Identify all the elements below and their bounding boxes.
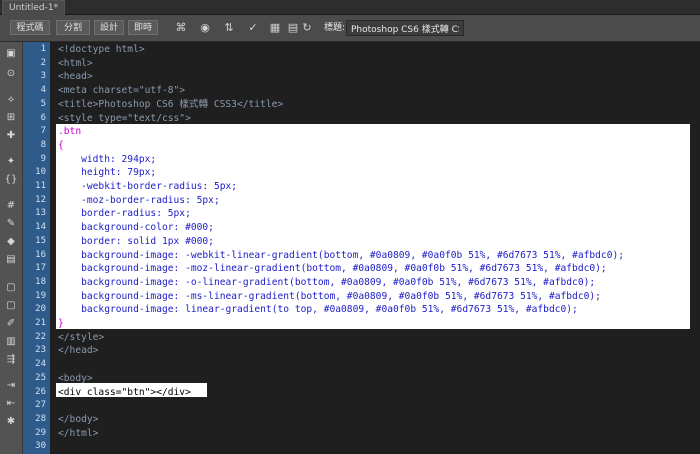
code-line: <style type="text/css"> [58,112,191,124]
line-number: 16 [35,249,46,260]
line-number: 11 [35,181,46,191]
collapse-tag-icon[interactable]: ⟡ [4,94,18,106]
code-line: background-image: linear-gradient(to top… [58,304,578,316]
line-number: 24 [35,359,46,370]
code-line: -webkit-border-radius: 5px; [58,181,238,192]
line-number-gutter: 1 2 3 4 5 6 7 8 9 10 11 12 13 14 15 16 17 18 19 20 21 22 23 24 2… [23,42,50,454]
line-number: 19 [35,290,46,301]
line-number: 2 [40,57,46,68]
line-number: 25 [35,372,46,383]
line-number: 30 [35,441,46,452]
browser-check-icon[interactable]: ✓ [246,21,260,35]
line-number: 14 [35,222,46,233]
code-line: background-image: -moz-linear-gradient(b… [58,263,607,275]
live-view-button[interactable]: 即時 [128,20,158,35]
document-tab-bar: Untitled-1* [0,0,700,15]
code-line: background-image: -o-linear-gradient(bot… [58,276,596,288]
expand-all-icon[interactable]: ✚ [4,130,18,142]
document-toolbar: 程式碼 分割 設計 即時 ⌘ ◉ ⇅ ✓ ▦ ▤ ↻ 標題: [0,15,700,42]
line-number: 7 [40,126,46,137]
refresh-icon[interactable]: ↻ [300,21,314,35]
line-number: 13 [35,208,46,219]
code-line: <head> [58,71,93,83]
code-line: </body> [58,413,99,425]
file-manage-icon[interactable]: ⇅ [222,21,236,35]
code-line: height: 79px; [58,167,157,179]
split-view-button[interactable]: 分割 [56,20,90,35]
code-line: .btn [58,126,82,138]
line-number: 26 [35,386,46,397]
line-number: 23 [35,345,46,356]
balance-braces-icon[interactable]: {} [4,174,18,186]
code-line: <!doctype html> [58,44,145,55]
title-label: 標題: [324,23,346,33]
line-number: 18 [35,276,46,287]
apply-comment-icon[interactable]: ▢ [4,282,18,294]
code-line: </head> [58,345,99,357]
line-number: 12 [35,194,46,205]
line-number: 20 [35,304,46,315]
code-view-button[interactable]: 程式碼 [10,20,50,35]
title-input[interactable] [346,20,464,36]
line-numbers-icon[interactable]: # [4,200,18,212]
visual-aids-icon[interactable]: ▦ [268,21,282,35]
document-tab[interactable]: Untitled-1* [2,0,66,15]
line-number: 17 [35,263,46,274]
multiscreen-icon[interactable]: ⌘ [174,21,188,35]
line-number: 29 [35,427,46,438]
move-css-icon[interactable]: ⇶ [4,354,18,366]
code-line: <div class="btn"></div> [58,386,191,398]
recent-snippets-icon[interactable]: ▥ [4,336,18,348]
code-editor[interactable]: <!doctype html> <html> <head> <meta charset… [50,42,700,454]
format-source-icon[interactable]: ✱ [4,416,18,428]
highlight-invalid-icon[interactable]: ✎ [4,218,18,230]
auto-indent-icon[interactable]: ▤ [4,254,18,266]
preview-icon[interactable]: ◉ [198,21,212,35]
remove-comment-icon[interactable]: ▢ [4,300,18,312]
code-line: border-radius: 5px; [58,208,191,220]
line-number: 27 [35,400,46,411]
coding-toolbar: ▣ ⊙ ⟡ ⊞ ✚ ✦ {} # ✎ ◆ ▤ ▢ ▢ ✐ ▥ ⇶ ⇥ ⇤ ✱ [0,42,23,454]
design-view-button[interactable]: 設計 [94,20,124,35]
syntax-coloring-icon[interactable]: ◆ [4,236,18,248]
line-number: 22 [35,331,46,342]
code-line: <body> [58,372,93,384]
line-number: 6 [40,112,46,123]
code-line: background-image: -ms-linear-gradient(bo… [58,290,601,302]
code-line: <title>Photoshop CS6 樣式轉 CSS3</title> [58,98,284,110]
line-number: 4 [40,85,46,96]
code-line: background-image: -webkit-linear-gradien… [58,249,625,261]
code-line: } [58,318,64,329]
line-number: 8 [40,139,46,150]
outdent-icon[interactable]: ⇤ [4,398,18,410]
code-line: </style> [58,331,105,343]
line-number: 5 [40,98,46,109]
line-number: 9 [40,153,46,164]
line-number: 28 [35,413,46,424]
wrap-tag-icon[interactable]: ✐ [4,318,18,330]
code-line: <meta charset="utf-8"> [58,85,186,97]
code-line: border: solid 1px #000; [58,235,214,247]
open-documents-icon[interactable]: ▣ [4,48,18,60]
line-number: 1 [40,44,46,54]
line-number: 10 [35,167,46,178]
code-line: </html> [58,427,99,439]
collapse-selection-icon[interactable]: ⊞ [4,112,18,124]
indent-icon[interactable]: ⇥ [4,380,18,392]
line-number: 15 [35,235,46,246]
check-page-icon[interactable]: ▤ [286,21,300,35]
line-number: 3 [40,71,46,82]
line-number: 21 [35,318,46,328]
select-parent-tag-icon[interactable]: ✦ [4,156,18,168]
show-code-navigator-icon[interactable]: ⊙ [4,68,18,80]
code-line: width: 294px; [58,153,157,165]
code-line: { [58,139,64,151]
code-line: background-color: #000; [58,222,214,234]
code-line: <html> [58,57,93,69]
code-line: -moz-border-radius: 5px; [58,194,220,206]
